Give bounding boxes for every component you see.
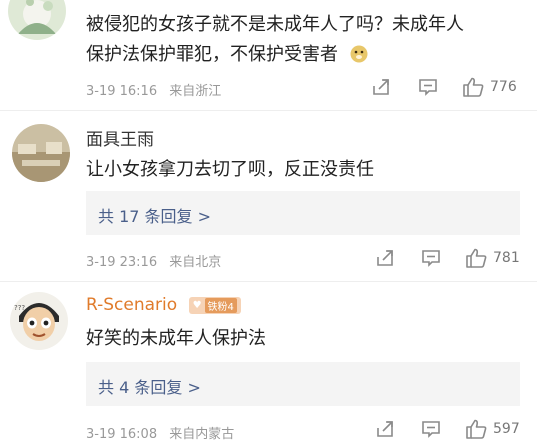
view-replies-link[interactable]: 共 17 条回复 > (98, 203, 211, 227)
comment-date: 3-19 23:16 (86, 255, 158, 270)
like-button[interactable]: 776 (462, 77, 517, 97)
thumbs-up-icon (463, 77, 484, 97)
comment-meta: 3-19 16:08 来自内蒙古 (86, 423, 234, 442)
like-count: 781 (493, 250, 520, 266)
share-button[interactable] (376, 420, 394, 438)
share-icon (377, 250, 393, 266)
comment-icon (419, 79, 437, 96)
thumbs-up-icon (466, 248, 487, 268)
username[interactable]: R-Scenario ♥ 铁粉4 (86, 295, 241, 315)
comment-location: 来自北京 (169, 255, 222, 270)
comment-location: 来自浙江 (169, 84, 222, 99)
comment-text: 好笑的未成年人保护法 (86, 328, 266, 349)
share-button[interactable] (372, 78, 390, 96)
reply-box[interactable]: 共 4 条回复 > (86, 362, 520, 406)
comment-button[interactable] (418, 78, 438, 96)
share-button[interactable] (376, 249, 394, 267)
user-avatar[interactable]: ??? (10, 292, 68, 350)
comment-button[interactable] (421, 420, 441, 438)
comment-button[interactable] (421, 249, 441, 267)
thumbs-up-icon (466, 419, 487, 439)
like-count: 776 (490, 79, 517, 95)
like-button[interactable]: 781 (465, 248, 520, 268)
fan-badge: ♥ 铁粉4 (188, 296, 241, 314)
reply-box[interactable]: 共 17 条回复 > (86, 191, 520, 235)
divider (0, 110, 537, 111)
svg-text:???: ??? (14, 304, 25, 312)
username[interactable]: 面具王雨 (86, 125, 154, 150)
comment-meta: 3-19 16:16 来自浙江 (86, 80, 221, 99)
user-avatar[interactable] (8, 0, 66, 40)
comment-icon (422, 250, 440, 267)
fan-badge-icon: ♥ (192, 299, 202, 311)
comment-meta: 3-19 23:16 来自北京 (86, 251, 221, 270)
share-icon (377, 421, 393, 437)
view-replies-link[interactable]: 共 4 条回复 > (98, 374, 201, 398)
comment-icon (422, 421, 440, 438)
doge-emoji-icon (350, 43, 368, 73)
share-icon (373, 79, 389, 95)
divider (0, 281, 537, 282)
like-button[interactable]: 597 (465, 419, 520, 439)
like-count: 597 (493, 421, 520, 437)
comment-text: 让小女孩拿刀去切了呗，反正没责任 (86, 159, 374, 180)
user-avatar[interactable] (12, 124, 70, 182)
comment-date: 3-19 16:16 (86, 84, 158, 99)
comment-text: 被侵犯的女孩子就不是未成年人了吗？未成年人 保护法保护罪犯，不保护受害者 (86, 10, 464, 73)
